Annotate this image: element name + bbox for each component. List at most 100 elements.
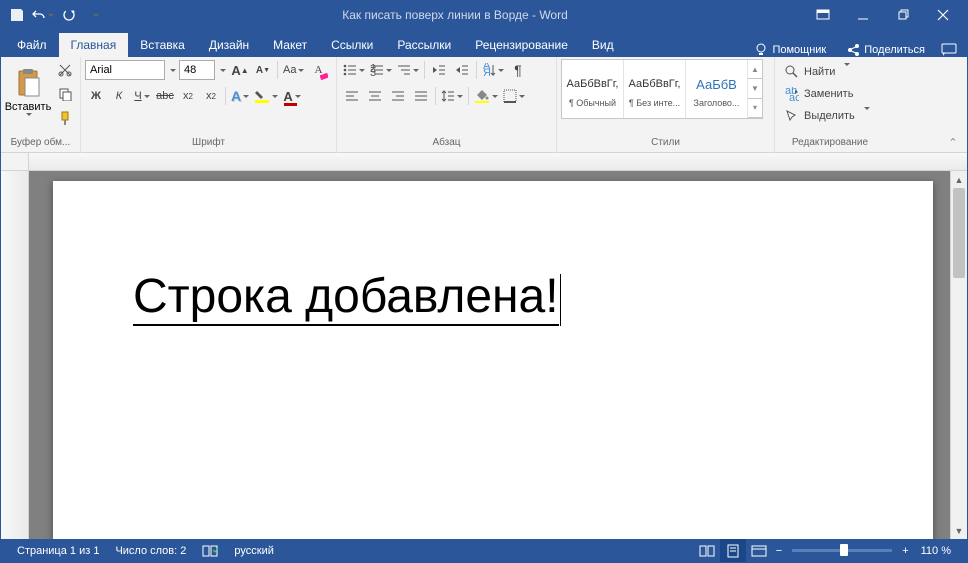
tab-mailings[interactable]: Рассылки <box>385 33 463 57</box>
tab-references[interactable]: Ссылки <box>319 33 385 57</box>
numbering-button[interactable]: 123 <box>368 59 394 81</box>
multilevel-icon <box>397 64 411 76</box>
word-count-status[interactable]: Число слов: 2 <box>107 539 194 562</box>
tab-insert[interactable]: Вставка <box>128 33 197 57</box>
replace-button[interactable]: abac Заменить <box>781 83 874 104</box>
shrink-font-button[interactable]: A▼ <box>252 59 274 81</box>
ruler-corner <box>1 153 29 170</box>
increase-indent-button[interactable] <box>451 59 473 81</box>
ribbon-options-button[interactable] <box>803 1 843 29</box>
collapse-ribbon-button[interactable]: ⌃ <box>945 134 961 150</box>
zoom-in-button[interactable]: + <box>898 539 912 562</box>
vertical-ruler[interactable] <box>1 171 29 539</box>
italic-button[interactable]: К <box>108 85 130 107</box>
save-icon[interactable] <box>5 3 29 27</box>
document-text[interactable]: Строка добавлена! <box>133 271 559 326</box>
undo-button[interactable] <box>31 3 55 27</box>
read-mode-button[interactable] <box>694 539 720 562</box>
bucket-icon <box>474 89 490 103</box>
clear-formatting-button[interactable]: A <box>307 59 329 81</box>
font-name-dropdown[interactable] <box>166 59 178 81</box>
paragraph-group-label: Абзац <box>341 135 552 153</box>
restore-button[interactable] <box>883 1 923 29</box>
tab-design[interactable]: Дизайн <box>197 33 261 57</box>
tab-view[interactable]: Вид <box>580 33 626 57</box>
text-effects-button[interactable]: A <box>229 85 251 107</box>
change-case-button[interactable]: Aa <box>281 59 306 81</box>
style-normal[interactable]: АаБбВвГг, ¶ Обычный <box>562 60 624 118</box>
share-icon <box>846 43 860 57</box>
multilevel-list-button[interactable] <box>395 59 421 81</box>
font-name-combo[interactable] <box>85 60 165 80</box>
styles-gallery[interactable]: АаБбВвГг, ¶ Обычный АаБбВвГг, ¶ Без инте… <box>561 59 763 119</box>
copy-button[interactable] <box>54 83 76 105</box>
select-button[interactable]: Выделить <box>781 105 874 126</box>
editing-group-label: Редактирование <box>779 135 881 153</box>
highlight-button[interactable] <box>252 85 280 107</box>
styles-scroll-up[interactable]: ▲ <box>748 60 762 79</box>
tell-me-button[interactable]: Помощник <box>744 43 836 57</box>
subscript-button[interactable]: x2 <box>177 85 199 107</box>
zoom-out-button[interactable]: − <box>772 539 786 562</box>
search-icon <box>785 65 799 79</box>
language-status[interactable]: русский <box>226 539 281 562</box>
page[interactable]: Строка добавлена! <box>53 181 933 539</box>
web-layout-button[interactable] <box>746 539 772 562</box>
superscript-button[interactable]: x2 <box>200 85 222 107</box>
style-heading1[interactable]: АаБбВ Заголово... <box>686 60 748 118</box>
align-center-button[interactable] <box>364 85 386 107</box>
document-viewport[interactable]: Строка добавлена! <box>29 171 950 539</box>
zoom-level[interactable]: 110 % <box>913 539 959 562</box>
horizontal-ruler[interactable] <box>29 153 967 170</box>
minimize-button[interactable] <box>843 1 883 29</box>
share-button[interactable]: Поделиться <box>836 43 935 57</box>
find-button[interactable]: Найти <box>781 61 874 82</box>
styles-expand[interactable]: ▾ <box>748 99 762 118</box>
bold-button[interactable]: Ж <box>85 85 107 107</box>
strikethrough-button[interactable]: abc <box>154 85 176 107</box>
tab-layout[interactable]: Макет <box>261 33 319 57</box>
print-layout-button[interactable] <box>720 539 746 562</box>
bullets-icon <box>343 64 357 76</box>
align-right-button[interactable] <box>387 85 409 107</box>
zoom-slider-thumb[interactable] <box>840 544 848 556</box>
comments-button[interactable] <box>935 43 963 57</box>
scroll-up-button[interactable]: ▲ <box>951 171 967 188</box>
redo-button[interactable] <box>57 3 81 27</box>
scroll-down-button[interactable]: ▼ <box>951 522 967 539</box>
spellcheck-status[interactable] <box>194 539 226 562</box>
font-size-dropdown[interactable] <box>216 59 228 81</box>
scroll-thumb[interactable] <box>953 188 965 278</box>
page-number-status[interactable]: Страница 1 из 1 <box>9 539 107 562</box>
vertical-scrollbar[interactable]: ▲ ▼ <box>950 171 967 539</box>
align-justify-button[interactable] <box>410 85 432 107</box>
close-button[interactable] <box>923 1 963 29</box>
tab-file[interactable]: Файл <box>5 33 59 57</box>
svg-text:Я: Я <box>483 67 491 77</box>
borders-button[interactable] <box>501 85 527 107</box>
show-marks-button[interactable]: ¶ <box>507 59 529 81</box>
align-left-button[interactable] <box>341 85 363 107</box>
copy-icon <box>58 87 72 101</box>
font-size-combo[interactable] <box>179 60 215 80</box>
sort-button[interactable]: AЯ <box>480 59 506 81</box>
zoom-slider[interactable] <box>792 549 892 552</box>
style-no-spacing[interactable]: АаБбВвГг, ¶ Без инте... <box>624 60 686 118</box>
shading-button[interactable] <box>472 85 500 107</box>
decrease-indent-button[interactable] <box>428 59 450 81</box>
bullets-button[interactable] <box>341 59 367 81</box>
styles-scroll-down[interactable]: ▼ <box>748 79 762 98</box>
borders-icon <box>503 89 517 103</box>
tab-review[interactable]: Рецензирование <box>463 33 580 57</box>
qat-customize-button[interactable] <box>83 3 107 27</box>
tab-home[interactable]: Главная <box>59 33 129 57</box>
line-spacing-button[interactable] <box>439 85 465 107</box>
clipboard-icon <box>15 68 41 98</box>
font-color-button[interactable]: A <box>281 85 303 107</box>
underline-button[interactable]: Ч <box>131 85 153 107</box>
cut-button[interactable] <box>54 59 76 81</box>
format-painter-button[interactable] <box>54 107 76 129</box>
grow-font-button[interactable]: A▲ <box>229 59 251 81</box>
paste-button[interactable]: Вставить <box>5 59 51 129</box>
numbering-icon: 123 <box>370 64 384 76</box>
